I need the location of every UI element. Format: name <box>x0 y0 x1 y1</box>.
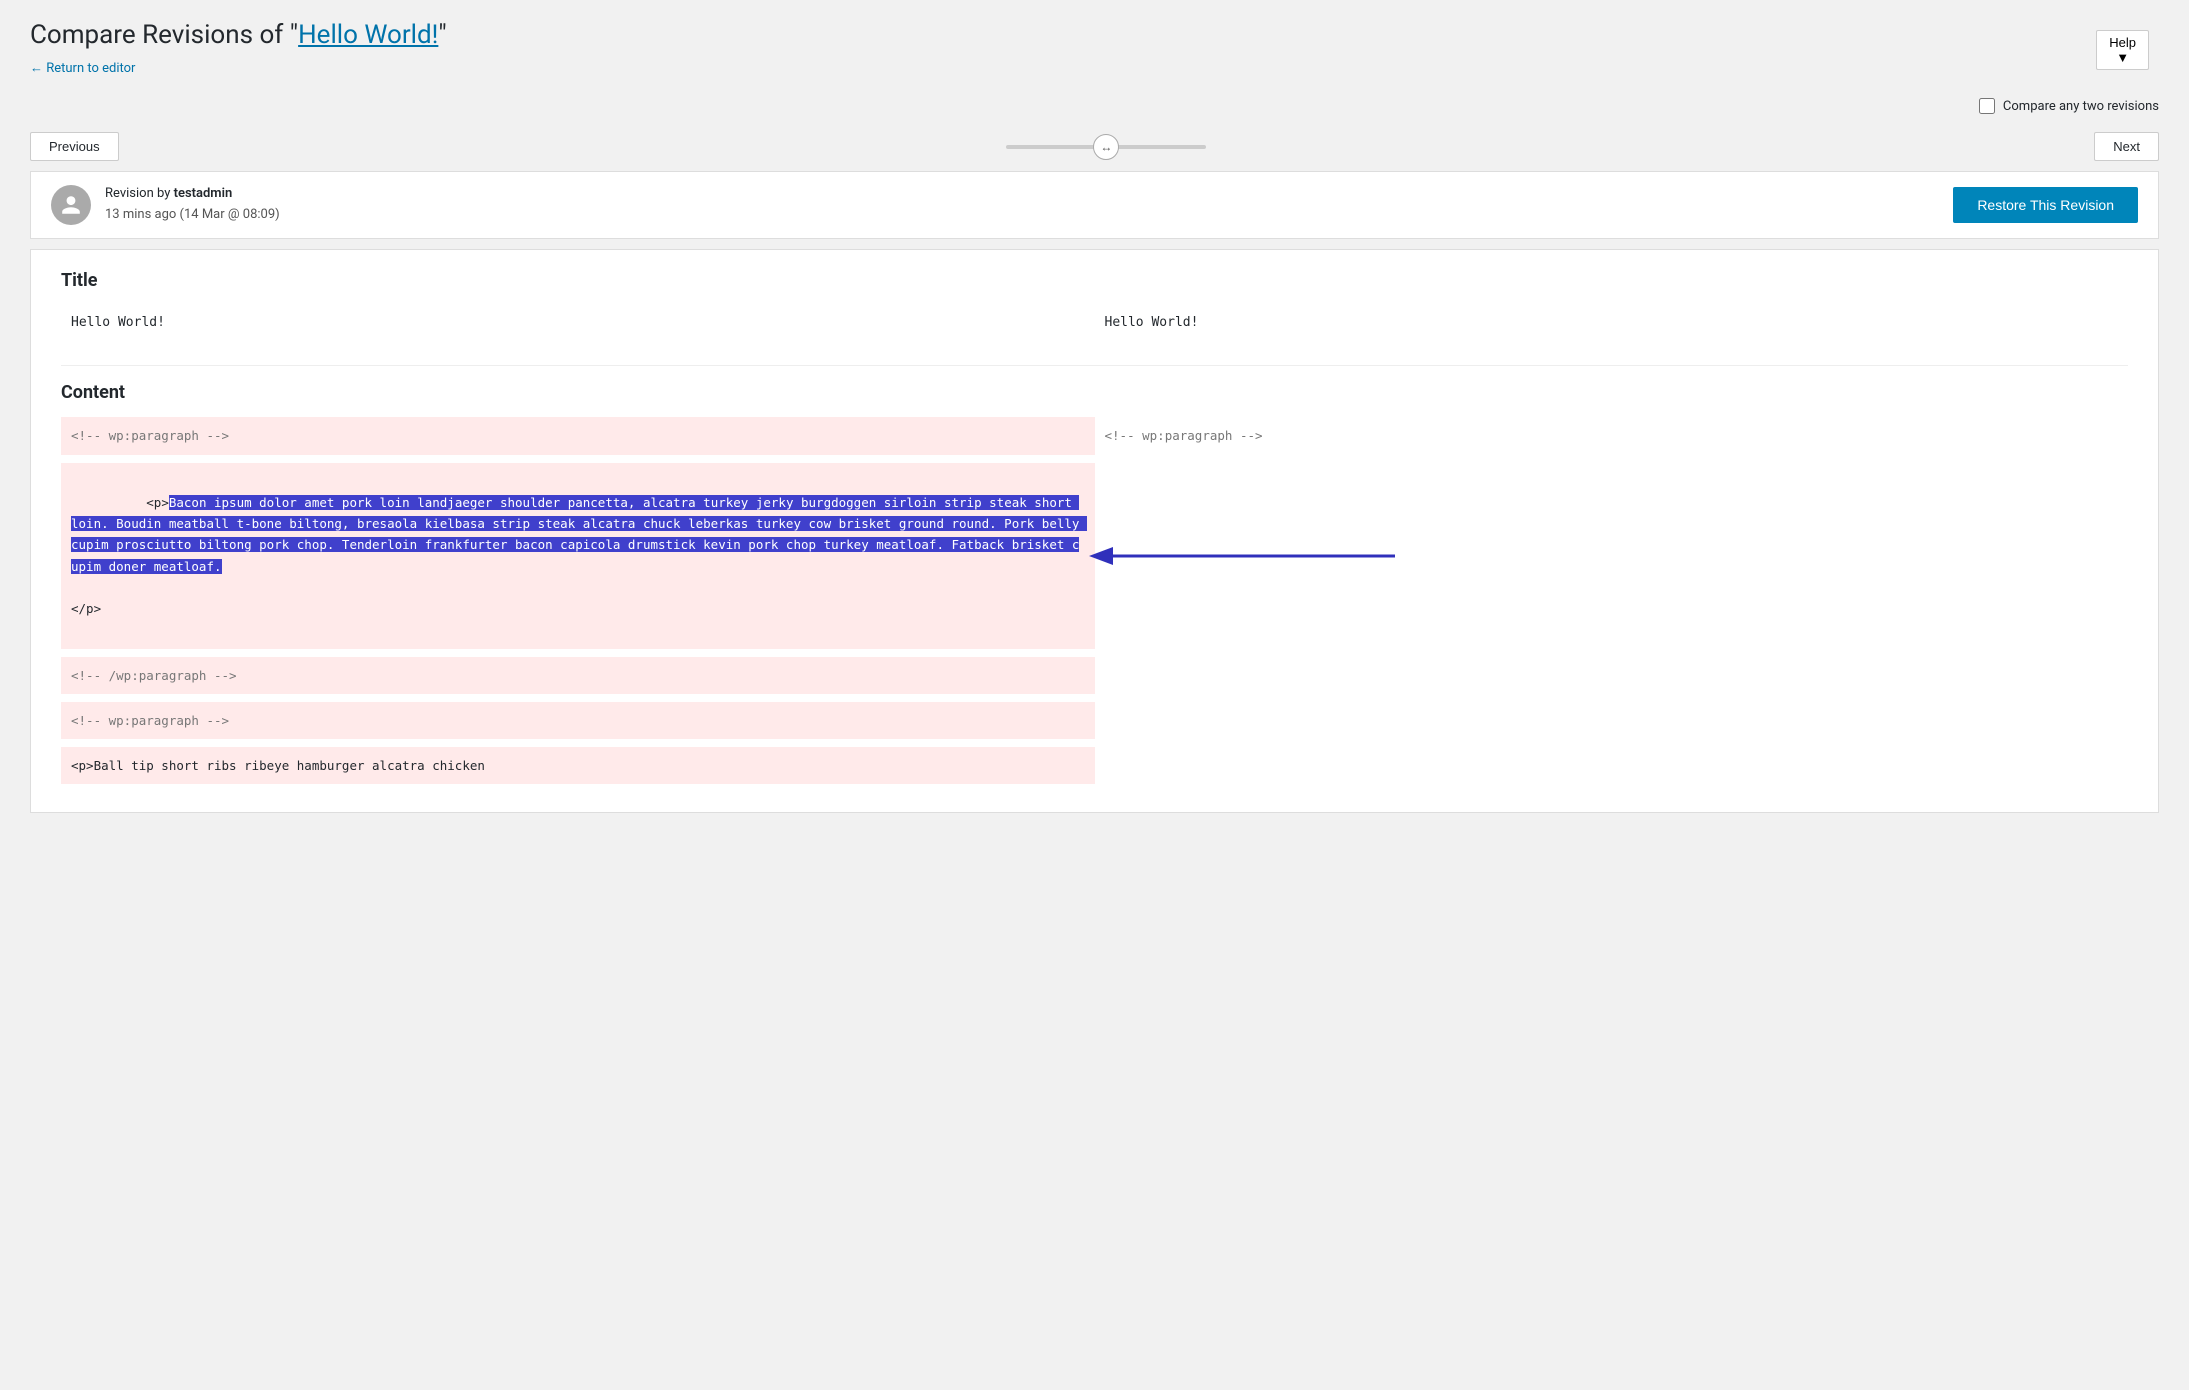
compare-any-checkbox[interactable] <box>1979 98 1995 114</box>
slider-track[interactable]: ↔ <box>1006 145 1206 149</box>
wp-paragraph-comment-left: <!-- wp:paragraph --> <box>61 417 1095 454</box>
content-section-label: Content <box>61 382 2128 403</box>
compare-any-row: Compare any two revisions <box>0 86 2189 122</box>
wp-paragraph2-right <box>1095 702 2129 739</box>
return-to-editor-link[interactable]: ← Return to editor <box>30 61 135 76</box>
diff-area: Title Hello World! Hello World! Content … <box>30 249 2159 814</box>
title-section: Title Hello World! Hello World! <box>61 270 2128 342</box>
highlighted-text: Bacon ipsum dolor amet pork loin landjae… <box>71 495 1087 574</box>
main-diff-container: <p>Bacon ipsum dolor amet pork loin land… <box>61 463 2128 649</box>
ball-tip-right <box>1095 747 2129 784</box>
wp-paragraph-comment-row: <!-- wp:paragraph --> <!-- wp:paragraph … <box>61 417 2128 454</box>
previous-button[interactable]: Previous <box>30 132 119 161</box>
revision-by-label: Revision by <box>105 186 174 201</box>
removed-content-left: <p>Bacon ipsum dolor amet pork loin land… <box>61 463 1095 649</box>
post-title-link[interactable]: Hello World! <box>298 20 438 50</box>
revision-meta: Revision by testadmin 13 mins ago (14 Ma… <box>105 184 280 226</box>
revision-author: testadmin <box>174 186 233 201</box>
section-separator <box>61 365 2128 366</box>
restore-revision-button[interactable]: Restore This Revision <box>1953 187 2138 223</box>
main-diff-row: <p>Bacon ipsum dolor amet pork loin land… <box>61 463 2128 649</box>
revision-left: Revision by testadmin 13 mins ago (14 Ma… <box>51 184 280 226</box>
ball-tip-row: <p>Ball tip short ribs ribeye hamburger … <box>61 747 2128 784</box>
title-left: Hello World! <box>61 305 1095 342</box>
revision-bar: Revision by testadmin 13 mins ago (14 Ma… <box>30 171 2159 239</box>
removed-content-right <box>1095 463 2129 649</box>
ball-tip-left: <p>Ball tip short ribs ribeye hamburger … <box>61 747 1095 784</box>
nav-row: Previous ↔ Next <box>0 122 2189 171</box>
wp-paragraph-end-right <box>1095 657 2129 694</box>
help-button[interactable]: Help ▼ <box>2096 30 2149 70</box>
slider-container: ↔ <box>119 145 2095 149</box>
slider-handle[interactable]: ↔ <box>1093 134 1119 160</box>
wp-paragraph2-comment-row: <!-- wp:paragraph --> <box>61 702 2128 739</box>
next-button[interactable]: Next <box>2094 132 2159 161</box>
avatar <box>51 185 91 225</box>
wp-paragraph2-left: <!-- wp:paragraph --> <box>61 702 1095 739</box>
wp-paragraph-comment-right: <!-- wp:paragraph --> <box>1095 417 2129 454</box>
page-title: Compare Revisions of "Hello World!" <box>30 20 2159 50</box>
revision-time-ago: 13 mins ago <box>105 207 176 222</box>
wp-paragraph-end-comment-row: <!-- /wp:paragraph --> <box>61 657 2128 694</box>
compare-any-label: Compare any two revisions <box>2003 99 2159 114</box>
page-header: Help ▼ Compare Revisions of "Hello World… <box>0 0 2189 86</box>
content-section: Content <!-- wp:paragraph --> <!-- wp:pa… <box>61 382 2128 784</box>
title-section-label: Title <box>61 270 2128 291</box>
p-open-tag: <p> <box>146 495 169 510</box>
wp-paragraph-end-left: <!-- /wp:paragraph --> <box>61 657 1095 694</box>
title-right: Hello World! <box>1095 305 2129 342</box>
revision-date: (14 Mar @ 08:09) <box>180 207 280 222</box>
title-diff-row: Hello World! Hello World! <box>61 305 2128 342</box>
